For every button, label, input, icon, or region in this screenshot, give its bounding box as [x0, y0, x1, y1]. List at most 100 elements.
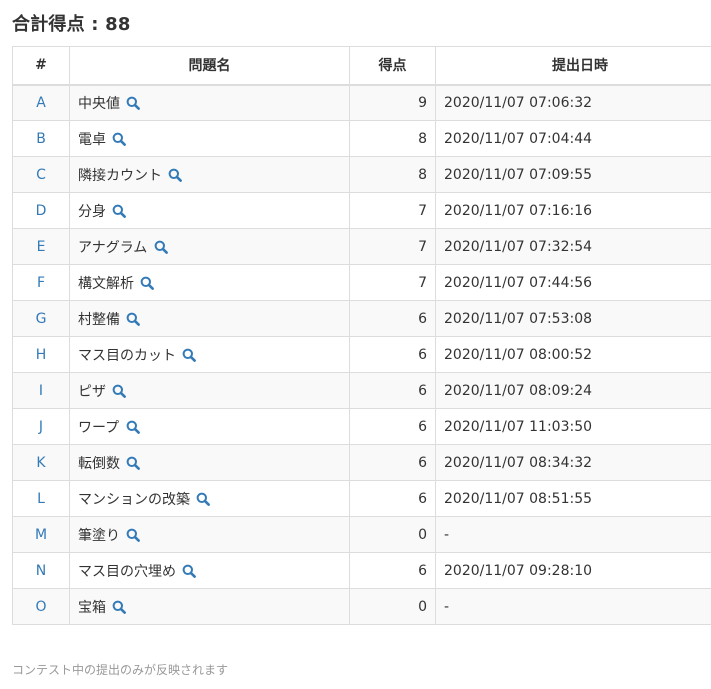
- problem-name-cell: 中央値: [69, 84, 350, 121]
- problem-id-cell: A: [12, 84, 70, 121]
- search-icon[interactable]: [126, 420, 140, 434]
- search-icon[interactable]: [168, 168, 183, 182]
- results-table: # 問題名 得点 提出日時 A 中央値 9 2020/11/07 07:06:3…: [12, 46, 711, 625]
- problem-name: ピザ: [78, 383, 106, 400]
- search-icon[interactable]: [112, 132, 127, 146]
- submission-time-cell: 2020/11/07 07:16:16: [435, 192, 711, 229]
- search-icon[interactable]: [112, 204, 127, 218]
- search-icon[interactable]: [126, 312, 141, 326]
- problem-id-cell: D: [12, 192, 70, 229]
- table-header-row: # 問題名 得点 提出日時: [12, 46, 711, 86]
- problem-name-cell: マス目のカット: [69, 336, 350, 373]
- problem-name-cell: 分身: [69, 192, 350, 229]
- search-icon[interactable]: [140, 276, 155, 290]
- problem-name-cell: アナグラム: [69, 228, 350, 265]
- column-header-problem-name: 問題名: [69, 46, 350, 86]
- problem-id-link[interactable]: N: [36, 563, 46, 579]
- score-cell: 6: [349, 444, 436, 481]
- table-row: D 分身 7 2020/11/07 07:16:16: [12, 192, 711, 229]
- problem-id-cell: M: [12, 516, 70, 553]
- search-icon[interactable]: [126, 528, 141, 542]
- results-page: 合計得点 : 88 # 問題名 得点 提出日時 A 中央値 9 2020/11/…: [0, 0, 711, 689]
- score-cell: 8: [349, 156, 436, 193]
- table-row: L マンションの改築 6 2020/11/07 08:51:55: [12, 480, 711, 517]
- submission-time-cell: 2020/11/07 08:09:24: [435, 372, 711, 409]
- problem-id-link[interactable]: E: [37, 239, 46, 255]
- table-row: K 転倒数 6 2020/11/07 08:34:32: [12, 444, 711, 481]
- submission-time-cell: 2020/11/07 09:28:10: [435, 552, 711, 589]
- column-header-submission-time: 提出日時: [435, 46, 711, 86]
- submission-time-cell: 2020/11/07 07:09:55: [435, 156, 711, 193]
- search-icon[interactable]: [182, 564, 197, 578]
- problem-name: 分身: [78, 203, 106, 220]
- search-icon[interactable]: [182, 348, 197, 362]
- table-row: H マス目のカット 6 2020/11/07 08:00:52: [12, 336, 711, 373]
- problem-id-link[interactable]: O: [35, 599, 46, 615]
- problem-name: 宝箱: [78, 599, 106, 616]
- submission-time-cell: 2020/11/07 08:51:55: [435, 480, 711, 517]
- submission-time-cell: 2020/11/07 07:04:44: [435, 120, 711, 157]
- table-row: C 隣接カウント 8 2020/11/07 07:09:55: [12, 156, 711, 193]
- problem-id-cell: I: [12, 372, 70, 409]
- problem-id-cell: C: [12, 156, 70, 193]
- problem-name: 筆塗り: [78, 527, 120, 544]
- search-icon[interactable]: [126, 456, 141, 470]
- problem-id-cell: G: [12, 300, 70, 337]
- problem-name: ワープ: [78, 419, 120, 436]
- problem-name-cell: 隣接カウント: [69, 156, 350, 193]
- problem-id-link[interactable]: G: [36, 311, 47, 327]
- search-icon[interactable]: [126, 96, 141, 110]
- search-icon[interactable]: [196, 492, 211, 506]
- problem-id-cell: O: [12, 588, 70, 625]
- problem-name-cell: ピザ: [69, 372, 350, 409]
- problem-id-cell: N: [12, 552, 70, 589]
- problem-id-cell: B: [12, 120, 70, 157]
- score-cell: 6: [349, 372, 436, 409]
- score-cell: 6: [349, 408, 436, 445]
- search-icon[interactable]: [112, 384, 127, 398]
- submission-time-cell: 2020/11/07 07:53:08: [435, 300, 711, 337]
- problem-name: 隣接カウント: [78, 167, 162, 184]
- problem-id-cell: E: [12, 228, 70, 265]
- score-cell: 7: [349, 264, 436, 301]
- problem-id-link[interactable]: J: [39, 419, 43, 435]
- problem-name: 中央値: [78, 95, 120, 112]
- table-row: B 電卓 8 2020/11/07 07:04:44: [12, 120, 711, 157]
- score-cell: 6: [349, 552, 436, 589]
- problem-name-cell: 筆塗り: [69, 516, 350, 553]
- problem-id-link[interactable]: A: [36, 95, 46, 111]
- problem-name-cell: 電卓: [69, 120, 350, 157]
- table-row: E アナグラム 7 2020/11/07 07:32:54: [12, 228, 711, 265]
- problem-name: マス目のカット: [78, 347, 176, 364]
- problem-id-cell: H: [12, 336, 70, 373]
- problem-id-link[interactable]: C: [36, 167, 46, 183]
- search-icon[interactable]: [154, 240, 168, 254]
- problem-id-link[interactable]: F: [37, 275, 45, 291]
- problem-name: マンションの改築: [78, 491, 190, 508]
- score-cell: 8: [349, 120, 436, 157]
- table-row: A 中央値 9 2020/11/07 07:06:32: [12, 84, 711, 121]
- score-cell: 6: [349, 300, 436, 337]
- search-icon[interactable]: [112, 600, 127, 614]
- problem-name: 電卓: [78, 131, 106, 148]
- problem-id-link[interactable]: L: [37, 491, 45, 507]
- submission-time-cell: 2020/11/07 07:32:54: [435, 228, 711, 265]
- table-row: N マス目の穴埋め 6 2020/11/07 09:28:10: [12, 552, 711, 589]
- problem-name-cell: マンションの改築: [69, 480, 350, 517]
- problem-id-link[interactable]: M: [35, 527, 47, 543]
- problem-id-link[interactable]: H: [36, 347, 47, 363]
- problem-id-link[interactable]: D: [36, 203, 47, 219]
- submission-time-cell: 2020/11/07 08:00:52: [435, 336, 711, 373]
- problem-id-link[interactable]: I: [39, 383, 43, 399]
- problem-name: アナグラム: [78, 239, 148, 256]
- problem-id-cell: L: [12, 480, 70, 517]
- score-cell: 9: [349, 84, 436, 121]
- problem-name-cell: 転倒数: [69, 444, 350, 481]
- table-row: G 村整備 6 2020/11/07 07:53:08: [12, 300, 711, 337]
- problem-name: 構文解析: [78, 275, 134, 292]
- problem-id-link[interactable]: B: [36, 131, 46, 147]
- problem-name-cell: 構文解析: [69, 264, 350, 301]
- problem-id-link[interactable]: K: [36, 455, 45, 471]
- table-row: F 構文解析 7 2020/11/07 07:44:56: [12, 264, 711, 301]
- problem-name: 転倒数: [78, 455, 120, 472]
